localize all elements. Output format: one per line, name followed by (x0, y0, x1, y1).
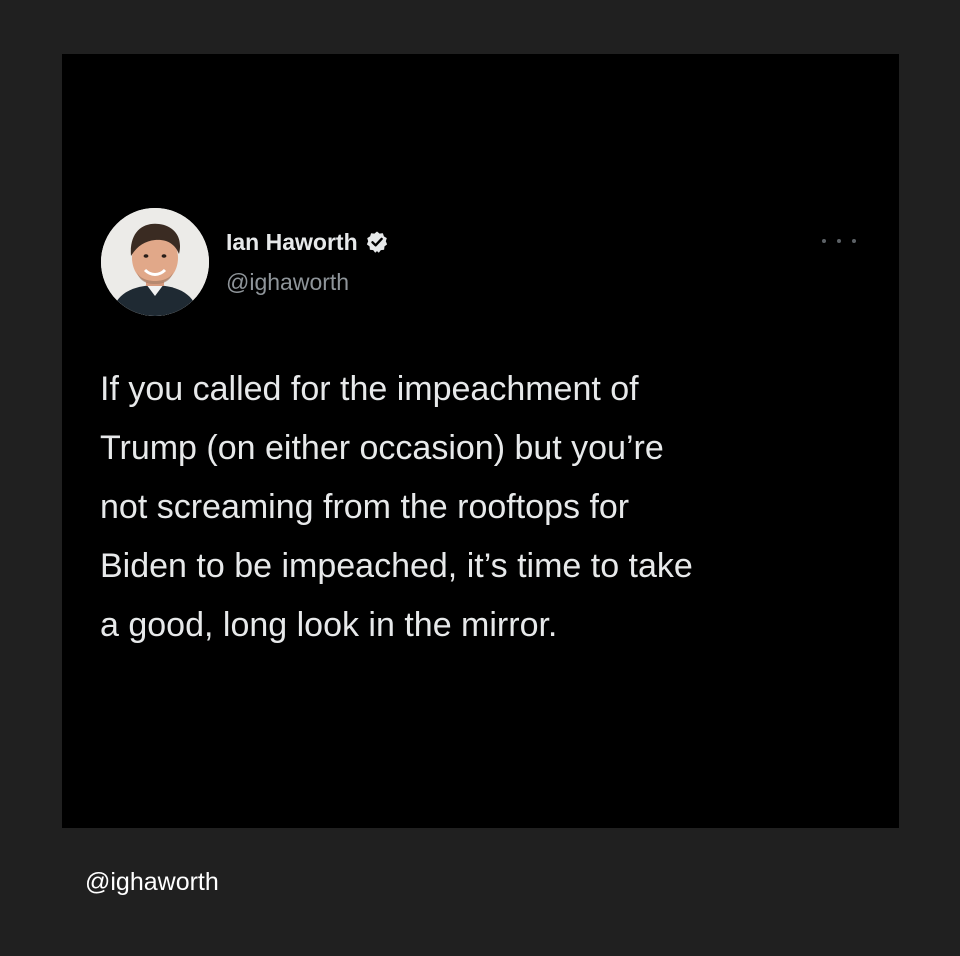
footer-handle: @ighaworth (85, 868, 219, 896)
more-dot (837, 239, 841, 243)
tweet-card: Ian Haworth @ighaworth If you called for… (62, 54, 899, 828)
author-handle[interactable]: @ighaworth (226, 265, 349, 299)
avatar-photo (101, 208, 209, 316)
more-dot (852, 239, 856, 243)
more-dot (822, 239, 826, 243)
display-name[interactable]: Ian Haworth (226, 224, 358, 260)
verified-badge-icon (365, 230, 389, 254)
more-options-icon[interactable] (822, 234, 856, 248)
author-name-row: Ian Haworth (226, 224, 389, 260)
avatar[interactable] (101, 208, 209, 316)
tweet-text: If you called for the impeachment of Tru… (100, 370, 693, 644)
